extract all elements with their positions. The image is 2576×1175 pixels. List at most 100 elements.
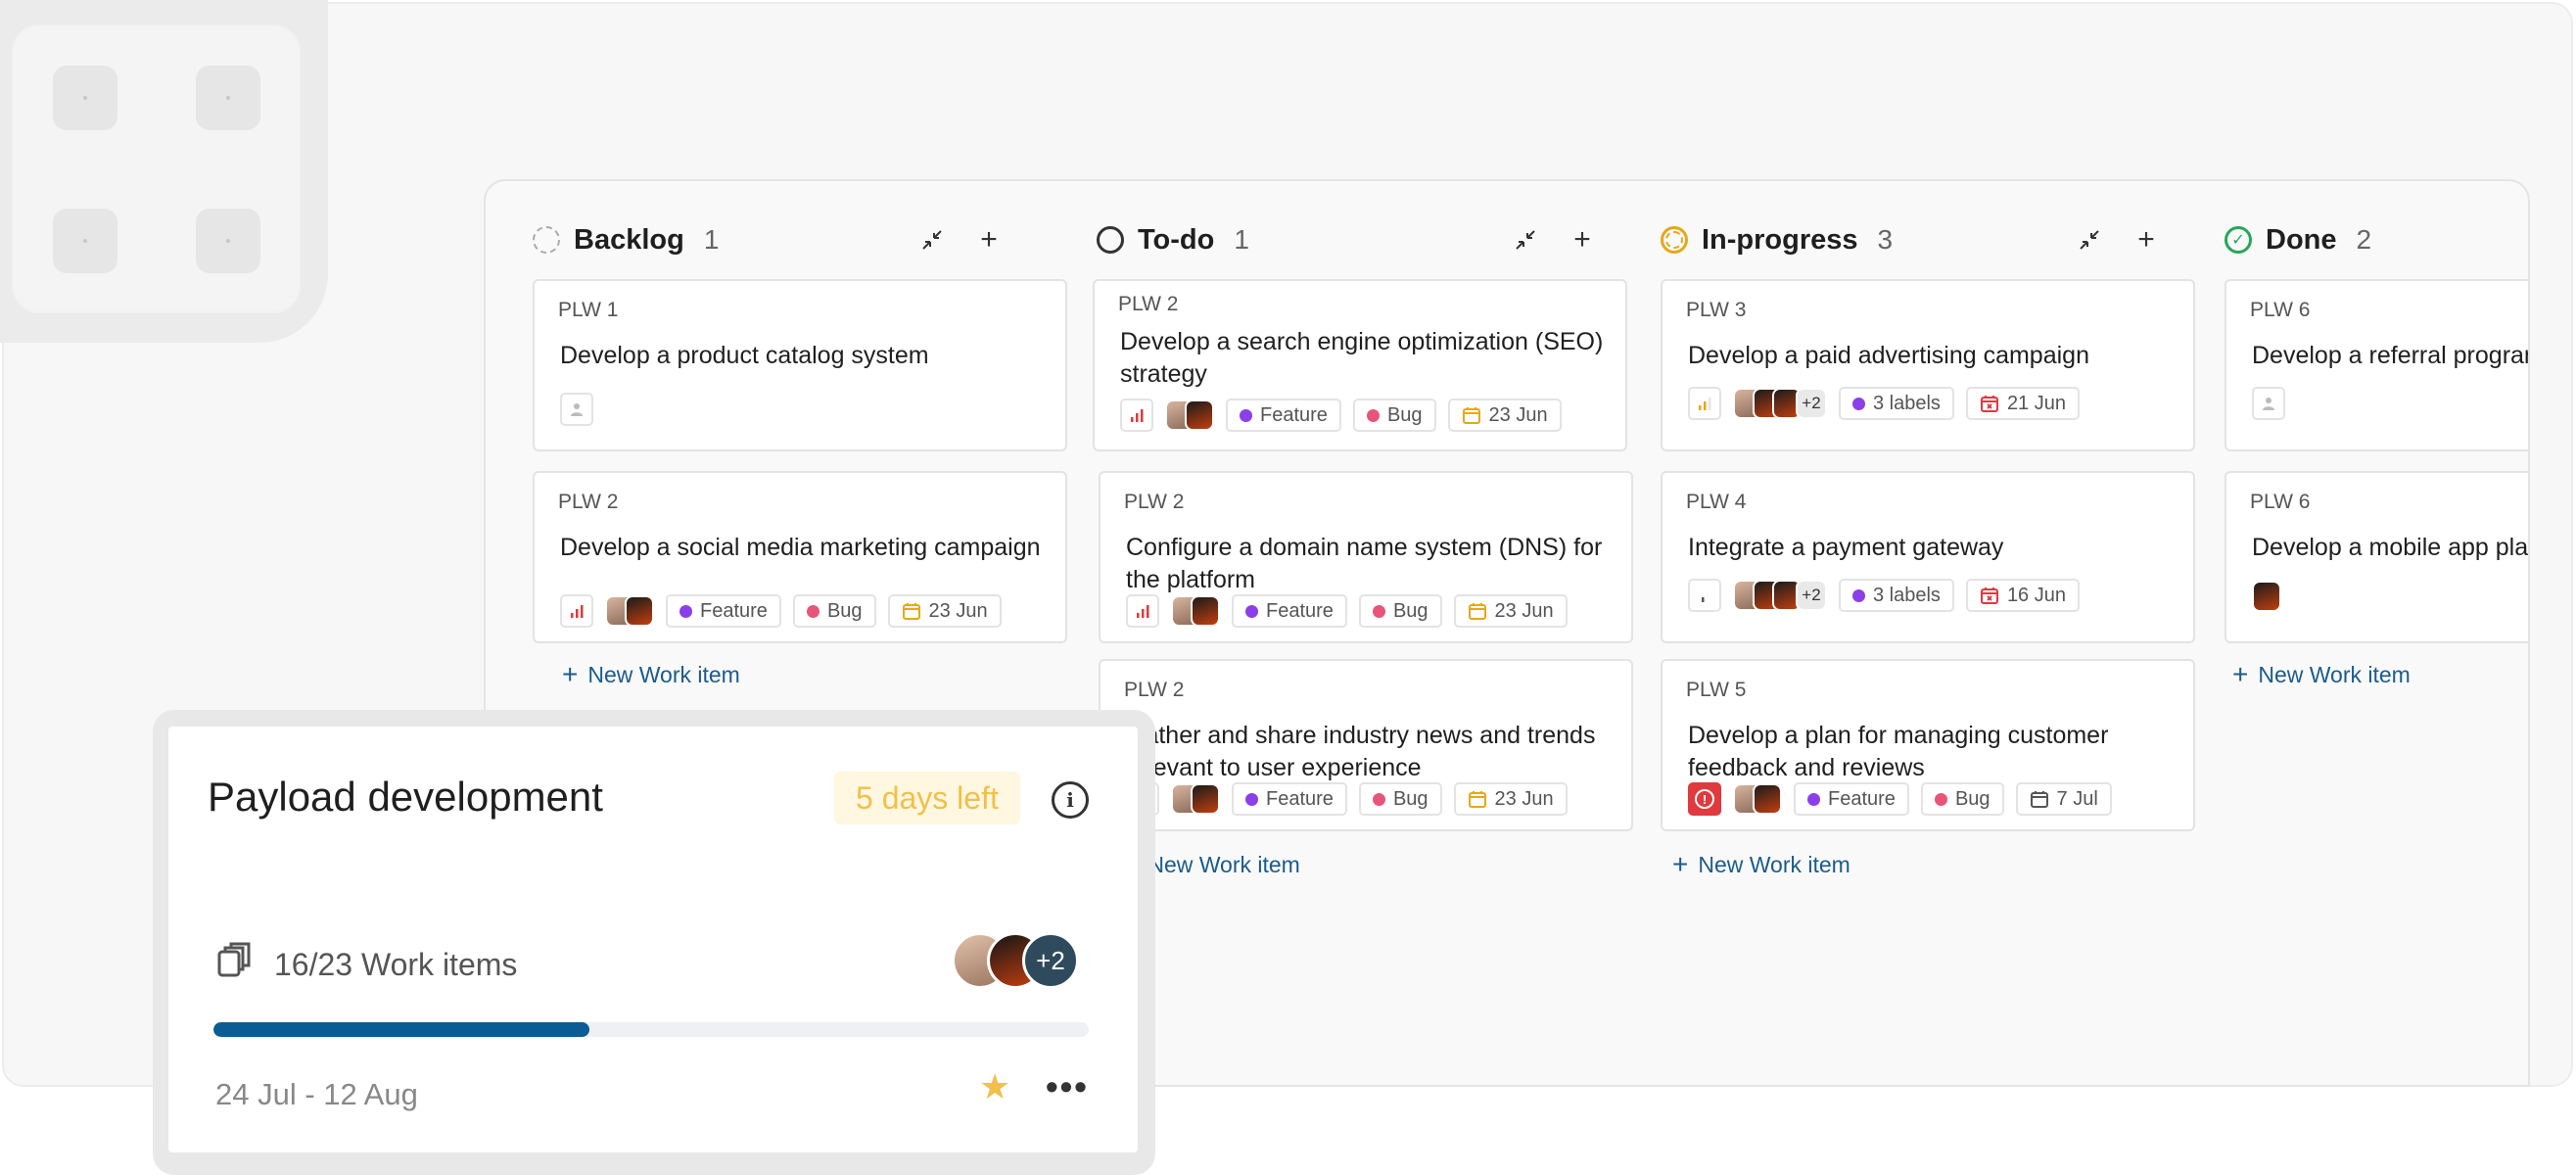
assignees[interactable] <box>605 595 654 627</box>
work-item-id: PLW 5 <box>1686 679 1747 701</box>
calendar-icon <box>1980 396 1998 412</box>
label-chip[interactable]: Feature <box>666 594 781 628</box>
label-chip[interactable]: Bug <box>1358 594 1442 628</box>
assignees[interactable] <box>1171 595 1220 627</box>
label-dot <box>1934 792 1947 806</box>
work-items-count: 16/23 Work items <box>274 947 518 982</box>
new-work-item-button[interactable]: + New Work item <box>562 661 740 688</box>
due-date: 7 Jul <box>2056 787 2098 810</box>
column-header: Backlog 1 + <box>533 220 1022 259</box>
new-work-item-button[interactable]: + New Work item <box>1672 851 1850 878</box>
urgent-priority-icon[interactable]: ! <box>1688 782 1721 816</box>
collapse-icon[interactable] <box>1512 226 1539 254</box>
label-text: Feature <box>700 599 768 622</box>
label-dot <box>1852 397 1865 410</box>
plus-icon: + <box>1672 849 1689 879</box>
assignees[interactable] <box>2252 581 2281 612</box>
label-chip[interactable]: Bug <box>1358 782 1442 816</box>
due-date-chip[interactable]: 23 Jun <box>1453 782 1568 816</box>
new-work-item-button[interactable]: + New Work item <box>2232 661 2411 688</box>
label-chip[interactable]: Feature <box>1232 782 1347 816</box>
labels-chip[interactable]: 3 labels <box>1839 387 1954 420</box>
work-item-card[interactable]: PLW 5 Develop a plan for managing custom… <box>1661 659 2195 831</box>
labels-summary: 3 labels <box>1873 584 1941 606</box>
work-item-title: Develop a referral program <box>2252 342 2530 369</box>
due-date-chip[interactable]: 7 Jul <box>2015 782 2112 816</box>
work-item-title: Develop a mobile app platform <box>2252 534 2529 561</box>
due-date-chip[interactable]: 23 Jun <box>887 594 1002 628</box>
due-date-chip[interactable]: 21 Jun <box>1965 387 2080 420</box>
priority-icon[interactable] <box>560 594 593 628</box>
due-date: 23 Jun <box>1494 599 1554 622</box>
work-item-card[interactable]: PLW 2 Develop a search engine optimizati… <box>1093 279 1627 451</box>
assignees[interactable]: +2 <box>1733 388 1827 419</box>
new-work-item-label: New Work item <box>1147 851 1300 877</box>
label-text: Feature <box>1266 599 1334 622</box>
assignee-icon[interactable] <box>2252 387 2285 420</box>
due-date-chip[interactable]: 23 Jun <box>1453 594 1568 628</box>
new-work-item-label: New Work item <box>2258 661 2411 687</box>
due-date: 21 Jun <box>2006 392 2066 414</box>
cycle-progress-fill <box>213 1022 590 1037</box>
collapse-icon[interactable] <box>2076 226 2103 254</box>
label-chip[interactable]: Bug <box>1920 782 2004 816</box>
avatar <box>2252 581 2281 612</box>
info-icon[interactable]: i <box>1052 781 1089 819</box>
label-chip[interactable]: Bug <box>1352 399 1436 432</box>
work-item-id: PLW 3 <box>1686 299 1747 321</box>
label-dot <box>1372 604 1385 618</box>
cycle-progress-bar <box>213 1022 1089 1037</box>
more-options-icon[interactable]: ••• <box>1046 1069 1089 1104</box>
label-chip[interactable]: Feature <box>1226 399 1341 432</box>
calendar-icon <box>1980 588 1998 604</box>
work-item-card[interactable]: PLW 1 Develop a product catalog system <box>533 279 1067 451</box>
work-item-card[interactable]: PLW 3 Develop a paid advertising campaig… <box>1661 279 2195 451</box>
logo-dot <box>196 66 260 130</box>
plus-icon: + <box>2232 659 2249 689</box>
priority-icon[interactable] <box>1688 579 1721 612</box>
calendar-icon <box>2030 791 2048 808</box>
priority-icon[interactable] <box>1688 387 1721 420</box>
column-title: In-progress <box>1702 223 1858 256</box>
cycle-card[interactable]: Payload development 5 days left i 16/23 … <box>168 727 1138 1152</box>
column-in-progress: In-progress 3 + PLW 3 Develop a paid adv… <box>1621 181 2195 1085</box>
work-item-card[interactable]: PLW 6 Develop a mobile app platform <box>2225 471 2529 643</box>
work-item-card[interactable]: PLW 2 Develop a social media marketing c… <box>533 471 1067 643</box>
assignees[interactable] <box>1733 783 1782 815</box>
label-dot <box>1245 792 1258 806</box>
priority-icon[interactable] <box>1120 399 1153 432</box>
cycle-members[interactable]: +2 <box>952 932 1079 989</box>
work-item-title: Develop a paid advertising campaign <box>1688 342 2089 369</box>
app-logo <box>0 0 328 343</box>
label-chip[interactable]: Feature <box>1232 594 1347 628</box>
work-item-card[interactable]: PLW 2 Configure a domain name system (DN… <box>1099 471 1633 643</box>
assignee-icon[interactable] <box>560 393 593 426</box>
add-icon[interactable]: + <box>975 225 1003 255</box>
assignees[interactable] <box>1171 783 1220 815</box>
add-icon[interactable]: + <box>1569 225 1596 255</box>
assignees[interactable] <box>1165 400 1214 431</box>
label-dot <box>806 604 820 618</box>
work-item-title: Develop a product catalog system <box>560 342 929 369</box>
add-icon[interactable]: + <box>2132 225 2160 255</box>
collapse-icon[interactable] <box>918 226 946 254</box>
work-item-card[interactable]: PLW 6 Develop a referral program <box>2225 279 2530 451</box>
work-item-card[interactable]: PLW 4 Integrate a payment gateway +2 3 l… <box>1661 471 2195 643</box>
work-item-id: PLW 2 <box>558 491 619 513</box>
days-left-badge: 5 days left <box>834 772 1020 824</box>
label-chip[interactable]: Bug <box>792 594 876 628</box>
star-icon[interactable]: ★ <box>979 1069 1010 1104</box>
due-date-chip[interactable]: 16 Jun <box>1965 579 2080 612</box>
new-work-item-label: New Work item <box>1698 851 1850 877</box>
work-item-card[interactable]: PLW 2 Gather and share industry news and… <box>1099 659 1633 831</box>
label-chip[interactable]: Feature <box>1794 782 1909 816</box>
calendar-icon <box>1468 603 1486 620</box>
label-dot <box>1240 408 1252 422</box>
logo-grid <box>12 24 301 313</box>
assignees[interactable]: +2 <box>1733 580 1827 611</box>
due-date-chip[interactable]: 23 Jun <box>1447 399 1562 432</box>
labels-chip[interactable]: 3 labels <box>1839 579 1954 612</box>
work-item-id: PLW 4 <box>1686 491 1747 513</box>
priority-icon[interactable] <box>1126 594 1159 628</box>
label-text: Bug <box>1392 599 1429 622</box>
